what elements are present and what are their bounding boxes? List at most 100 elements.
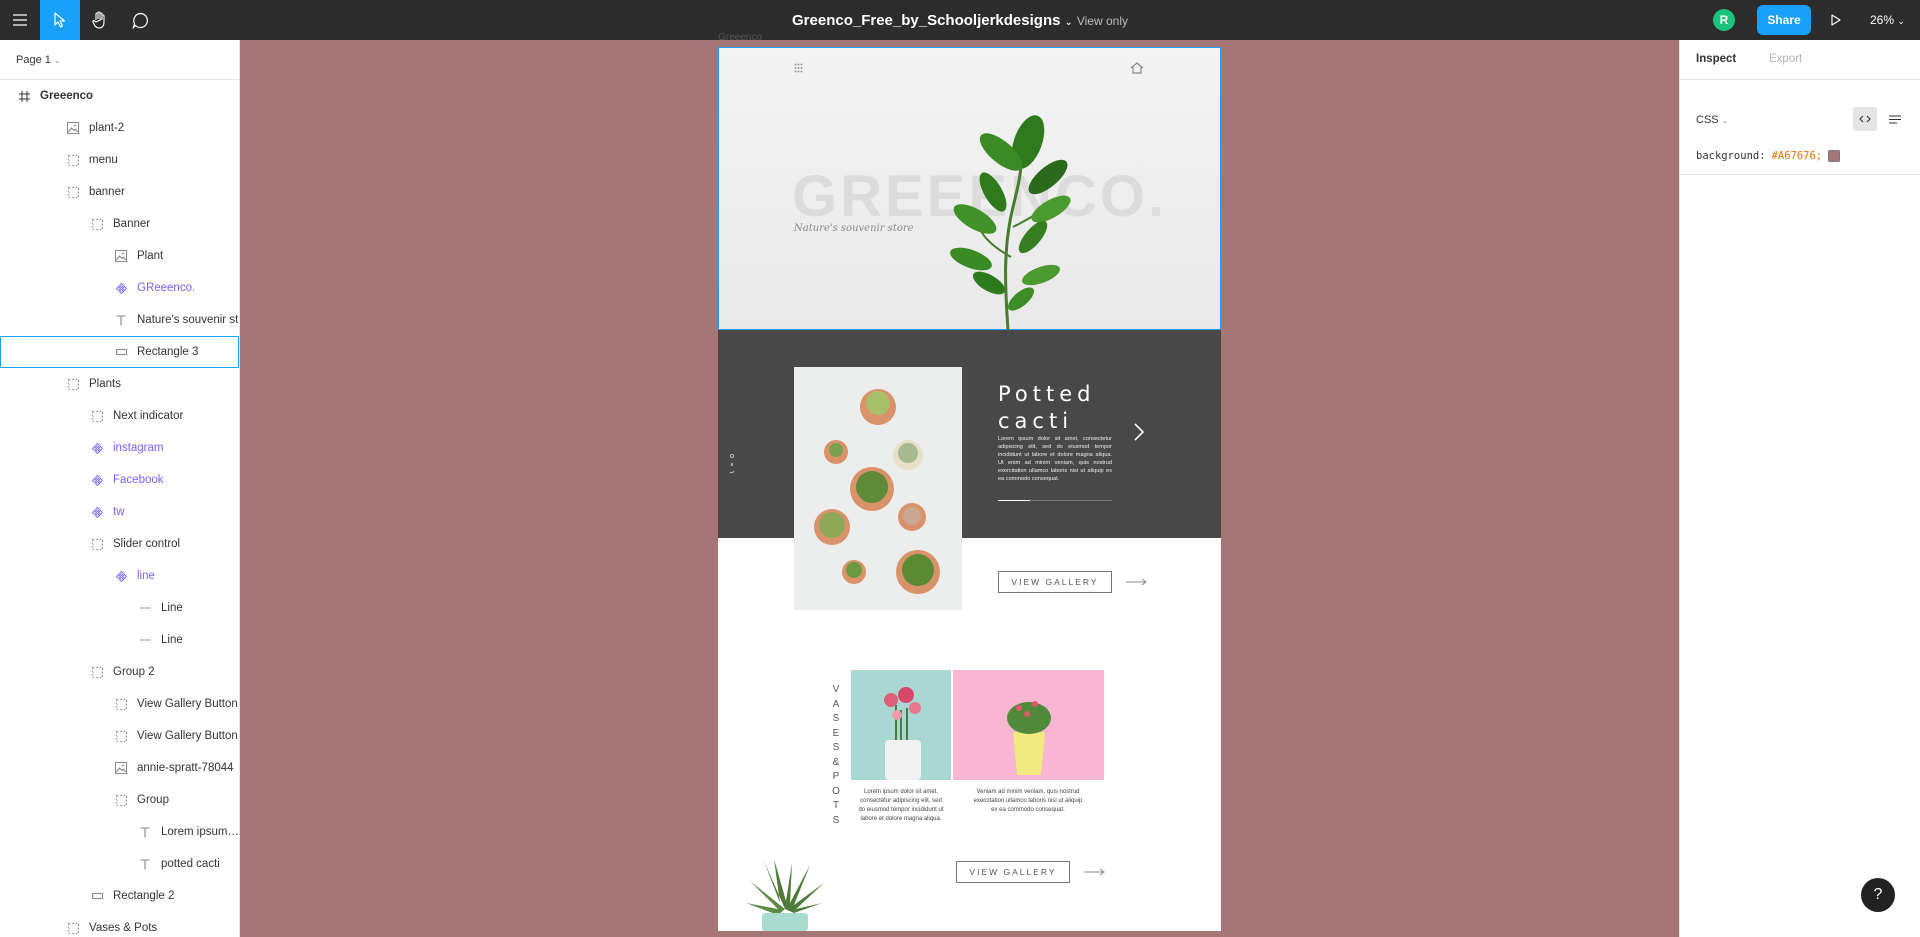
home-icon[interactable] bbox=[1130, 62, 1144, 74]
move-tool-button[interactable] bbox=[40, 0, 80, 40]
layer-row[interactable]: Group 2 bbox=[0, 656, 239, 688]
component-icon bbox=[113, 568, 129, 584]
comment-tool-button[interactable] bbox=[120, 0, 160, 40]
layer-row[interactable]: Next indicator bbox=[0, 400, 239, 432]
group-icon bbox=[65, 920, 81, 936]
rectangle-icon bbox=[89, 888, 105, 904]
group-icon bbox=[65, 184, 81, 200]
layer-label: Line bbox=[161, 634, 183, 646]
line-icon bbox=[137, 600, 153, 616]
layer-label: tw bbox=[113, 506, 125, 518]
layer-label: Lorem ipsum dol... bbox=[161, 826, 239, 838]
layer-row[interactable]: Rectangle 3 bbox=[0, 336, 239, 368]
share-button[interactable]: Share bbox=[1757, 5, 1811, 35]
group-icon bbox=[113, 792, 129, 808]
arrow-right-icon[interactable] bbox=[1084, 868, 1106, 876]
layer-label: Facebook bbox=[113, 474, 164, 486]
group-icon bbox=[89, 536, 105, 552]
text-icon bbox=[137, 856, 153, 872]
layer-row[interactable]: Line bbox=[0, 624, 239, 656]
text-icon bbox=[113, 312, 129, 328]
vases-pots-label: V A S E S & P O T S bbox=[831, 683, 841, 828]
layer-label: Group bbox=[137, 794, 169, 806]
page-name: Page 1 bbox=[16, 54, 51, 66]
artboard-greeenco[interactable]: GREEENCO. Nature's souvenir store Potted… bbox=[718, 47, 1221, 931]
component-icon bbox=[89, 504, 105, 520]
help-button[interactable]: ? bbox=[1861, 878, 1895, 912]
chevron-down-icon: ⌄ bbox=[1721, 116, 1729, 125]
layer-row[interactable]: tw bbox=[0, 496, 239, 528]
view-gallery-button-1[interactable]: VIEW GALLERY bbox=[998, 571, 1112, 593]
layer-row[interactable]: Greeenco bbox=[0, 80, 239, 112]
main-menu-button[interactable] bbox=[0, 0, 40, 40]
layer-row[interactable]: plant-2 bbox=[0, 112, 239, 144]
zoom-dropdown[interactable]: 26% ⌄ bbox=[1870, 13, 1905, 27]
list-view-button[interactable] bbox=[1883, 107, 1907, 131]
layer-row[interactable]: Group bbox=[0, 784, 239, 816]
facebook-icon[interactable] bbox=[731, 463, 733, 466]
layer-row[interactable]: line bbox=[0, 560, 239, 592]
vase-caption-2: Veniam ad minim veniam, quis nostrud exe… bbox=[973, 789, 1083, 813]
tab-export[interactable]: Export bbox=[1769, 53, 1802, 65]
group-icon bbox=[113, 696, 129, 712]
instagram-icon[interactable] bbox=[729, 453, 735, 459]
layer-label: Next indicator bbox=[113, 410, 184, 422]
layer-row[interactable]: Lorem ipsum dol... bbox=[0, 816, 239, 848]
layer-row[interactable]: Nature's souvenir st bbox=[0, 304, 239, 336]
code-view-button[interactable] bbox=[1853, 107, 1877, 131]
layer-label: Greeenco bbox=[40, 90, 94, 102]
tagline-text: Nature's souvenir store bbox=[794, 223, 914, 234]
layer-row[interactable]: Rectangle 2 bbox=[0, 880, 239, 912]
layer-row[interactable]: Banner bbox=[0, 208, 239, 240]
layer-row[interactable]: Plants bbox=[0, 368, 239, 400]
file-name[interactable]: Greenco_Free_by_Schooljerkdesigns bbox=[792, 12, 1060, 29]
layer-row[interactable]: Facebook bbox=[0, 464, 239, 496]
image-icon bbox=[65, 120, 81, 136]
chevron-down-icon: ⌄ bbox=[53, 56, 61, 65]
menu-grid-icon[interactable] bbox=[794, 63, 803, 75]
frame-label[interactable]: Greeenco bbox=[718, 32, 762, 43]
group-icon bbox=[89, 408, 105, 424]
top-toolbar: Greenco_Free_by_Schooljerkdesigns ⌄ View o… bbox=[0, 0, 1920, 40]
layer-row[interactable]: GReeenco. bbox=[0, 272, 239, 304]
layer-label: instagram bbox=[113, 442, 164, 454]
page-selector[interactable]: Page 1 ⌄ bbox=[0, 40, 239, 80]
hand-tool-button[interactable] bbox=[80, 0, 120, 40]
vases-label-letter: S bbox=[832, 814, 840, 826]
pink-pot-image bbox=[953, 670, 1104, 780]
layer-row[interactable]: Line bbox=[0, 592, 239, 624]
layer-row[interactable]: potted cacti bbox=[0, 848, 239, 880]
vases-label-letter: & bbox=[832, 756, 840, 768]
code-icon bbox=[1859, 115, 1871, 123]
banner-section[interactable]: GREEENCO. Nature's souvenir store bbox=[718, 47, 1221, 331]
layer-row[interactable]: menu bbox=[0, 144, 239, 176]
group-icon bbox=[89, 664, 105, 680]
language-dropdown[interactable]: CSS ⌄ bbox=[1696, 114, 1728, 126]
layer-row[interactable]: Slider control bbox=[0, 528, 239, 560]
present-button[interactable] bbox=[1826, 10, 1846, 30]
next-arrow-icon[interactable] bbox=[1134, 423, 1144, 441]
chevron-down-icon[interactable]: ⌄ bbox=[1064, 17, 1072, 28]
vases-label-letter: S bbox=[832, 713, 840, 724]
layer-row[interactable]: banner bbox=[0, 176, 239, 208]
layer-label: potted cacti bbox=[161, 858, 220, 870]
view-gallery-button-2[interactable]: VIEW GALLERY bbox=[956, 861, 1070, 883]
layer-row[interactable]: instagram bbox=[0, 432, 239, 464]
twitter-icon[interactable] bbox=[729, 470, 735, 474]
vases-label-letter: A bbox=[832, 698, 840, 710]
user-avatar[interactable]: R bbox=[1713, 9, 1735, 31]
group-icon bbox=[113, 728, 129, 744]
tab-inspect[interactable]: Inspect bbox=[1696, 53, 1736, 65]
css-code-line[interactable]: background: #A67676; bbox=[1696, 150, 1841, 162]
layer-row[interactable]: Vases & Pots bbox=[0, 912, 239, 937]
layer-row[interactable]: View Gallery Button bbox=[0, 688, 239, 720]
arrow-right-icon[interactable] bbox=[1126, 578, 1148, 586]
component-icon bbox=[89, 440, 105, 456]
slider-control[interactable] bbox=[998, 500, 1112, 501]
rectangle-icon bbox=[113, 344, 129, 360]
layer-row[interactable]: Plant bbox=[0, 240, 239, 272]
layer-row[interactable]: annie-spratt-78044 bbox=[0, 752, 239, 784]
layer-row[interactable]: View Gallery Button bbox=[0, 720, 239, 752]
layer-label: plant-2 bbox=[89, 122, 125, 134]
frame-icon bbox=[16, 88, 32, 104]
